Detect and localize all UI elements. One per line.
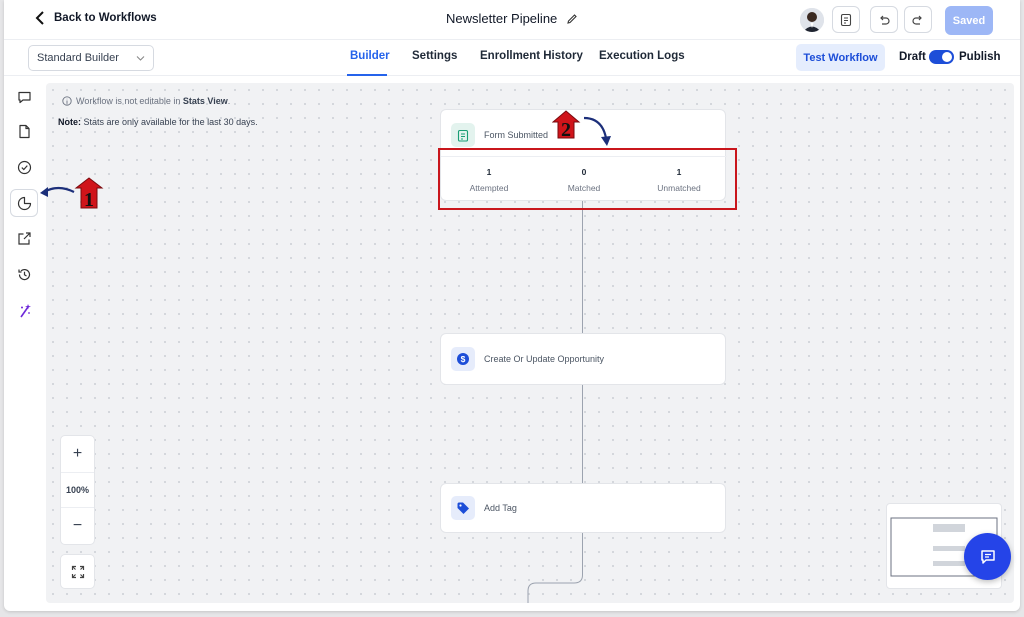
note-text: Stats are only available for the last 30…: [83, 117, 258, 127]
step-number: 2: [561, 119, 571, 141]
notes-button[interactable]: [832, 6, 860, 33]
dollar-icon: $: [451, 347, 475, 371]
draft-label: Draft: [899, 51, 926, 63]
notice-text: Workflow is not editable in: [76, 96, 181, 106]
branch-connector: [527, 533, 583, 603]
zoom-out-button[interactable]: −: [61, 508, 94, 544]
redo-button[interactable]: [904, 6, 932, 33]
avatar[interactable]: [800, 8, 824, 32]
message-icon: [980, 549, 995, 564]
back-label: Back to Workflows: [54, 12, 157, 24]
undo-button[interactable]: [870, 6, 898, 33]
connector-line: [582, 201, 583, 333]
redo-icon: [912, 15, 922, 25]
publish-label: Publish: [959, 51, 1001, 63]
chevron-left-icon: [35, 11, 44, 25]
builder-type-select[interactable]: Standard Builder: [28, 45, 154, 71]
zoom-in-button[interactable]: +: [61, 436, 94, 472]
active-tab-indicator: [347, 74, 387, 76]
notice-suffix: .: [227, 96, 231, 106]
clipboard-icon: [840, 13, 852, 26]
builder-toolbar: Standard Builder Builder Settings Enroll…: [4, 40, 1020, 76]
left-rail: [4, 76, 46, 611]
notice-bold: Stats View: [182, 96, 228, 106]
publish-toggle[interactable]: [929, 50, 954, 64]
stats-highlight-box: [438, 148, 737, 210]
workflow-name: Newsletter Pipeline: [446, 11, 558, 26]
node-label: Form Submitted: [484, 130, 549, 140]
node-label: Create Or Update Opportunity: [484, 354, 605, 364]
tag-icon: [451, 496, 475, 520]
document-icon[interactable]: [15, 122, 34, 141]
note-label: Note:: [58, 117, 81, 127]
tab-builder[interactable]: Builder: [350, 50, 390, 62]
chevron-down-icon: [136, 56, 145, 61]
chat-icon[interactable]: [15, 88, 34, 107]
step-marker-2: 2: [552, 110, 611, 146]
undo-icon: [880, 15, 890, 25]
user-photo-icon: [800, 8, 824, 32]
step-marker-1: 1: [40, 177, 104, 211]
tab-settings[interactable]: Settings: [412, 50, 457, 62]
stats-pie-icon[interactable]: [10, 189, 38, 217]
node-label: Add Tag: [484, 503, 517, 513]
fit-view-button[interactable]: [60, 554, 95, 589]
zoom-controls: + 100% −: [60, 435, 95, 545]
top-bar: Back to Workflows Newsletter Pipeline Sa…: [4, 0, 1020, 40]
zoom-level: 100%: [61, 472, 94, 508]
history-icon[interactable]: [15, 265, 34, 284]
step-number: 1: [84, 189, 94, 211]
stats-note: Note: Stats are only available for the l…: [58, 117, 258, 127]
pencil-icon[interactable]: [566, 13, 578, 25]
action-node-add-tag[interactable]: Add Tag: [440, 483, 726, 533]
workflow-title[interactable]: Newsletter Pipeline: [446, 11, 578, 26]
connector-line: [582, 385, 583, 483]
builder-select-value: Standard Builder: [37, 52, 119, 64]
action-node-create-opportunity[interactable]: $ Create Or Update Opportunity: [440, 333, 726, 385]
app-window: Back to Workflows Newsletter Pipeline Sa…: [4, 0, 1020, 611]
tab-enrollment-history[interactable]: Enrollment History: [480, 50, 583, 62]
chat-widget-button[interactable]: [964, 533, 1011, 580]
back-to-workflows-link[interactable]: Back to Workflows: [34, 11, 157, 25]
stats-view-notice: Workflow is not editable in Stats View.: [62, 96, 230, 106]
info-icon: [62, 96, 72, 106]
expand-icon: [71, 565, 84, 578]
svg-text:$: $: [461, 354, 466, 364]
external-link-icon[interactable]: [15, 229, 34, 248]
test-workflow-button[interactable]: Test Workflow: [796, 44, 885, 71]
check-circle-icon[interactable]: [15, 158, 34, 177]
ai-sparkle-icon[interactable]: [15, 301, 34, 320]
saved-button[interactable]: Saved: [945, 6, 993, 35]
tab-execution-logs[interactable]: Execution Logs: [599, 50, 685, 62]
clipboard-icon: [451, 123, 475, 147]
